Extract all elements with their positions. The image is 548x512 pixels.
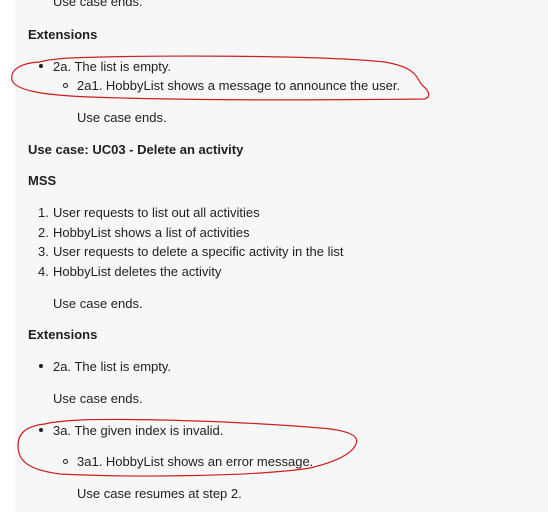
- extension-item: 2a. The list is empty.: [53, 59, 172, 74]
- hollow-bullet-icon: [63, 83, 68, 88]
- use-case-ends-text: Use case ends.: [53, 296, 143, 311]
- use-case-resumes-text: Use case resumes at step 2.: [77, 486, 242, 501]
- mss-step: HobbyList shows a list of activities: [53, 225, 250, 240]
- extension-subitem: 3a1. HobbyList shows an error message.: [77, 454, 314, 469]
- bullet-icon: [39, 364, 43, 368]
- extensions-heading: Extensions: [28, 327, 98, 342]
- use-case-title: Use case: UC03 - Delete an activity: [28, 142, 244, 157]
- extensions-heading: Extensions: [28, 27, 98, 42]
- bullet-icon: [39, 64, 43, 68]
- mss-step: User requests to list out all activities: [53, 205, 260, 220]
- step-number: 1.: [38, 205, 49, 220]
- step-number: 4.: [38, 264, 49, 279]
- use-case-ends-text: Use case ends.: [77, 110, 167, 125]
- use-case-ends-text: Use case ends.: [53, 391, 143, 406]
- mss-step: User requests to delete a specific activ…: [53, 244, 344, 259]
- extension-item: 2a. The list is empty.: [53, 359, 172, 374]
- mss-heading: MSS: [28, 173, 57, 188]
- hollow-bullet-icon: [63, 459, 68, 464]
- step-number: 2.: [38, 225, 49, 240]
- extension-item: 3a. The given index is invalid.: [53, 423, 224, 438]
- mss-step: HobbyList deletes the activity: [53, 264, 222, 279]
- bullet-icon: [39, 428, 43, 432]
- extension-subitem: 2a1. HobbyList shows a message to announ…: [77, 78, 401, 93]
- use-case-ends-text: Use case ends.: [53, 0, 143, 9]
- step-number: 3.: [38, 244, 49, 259]
